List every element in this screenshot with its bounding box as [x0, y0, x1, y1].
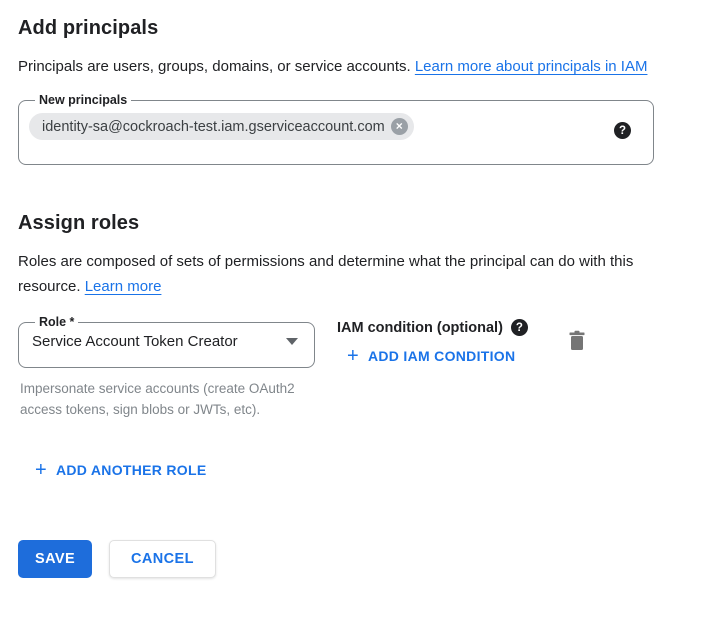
chip-remove-icon[interactable]: ×	[391, 118, 408, 135]
principal-chip-text: identity-sa@cockroach-test.iam.gservicea…	[42, 119, 385, 135]
add-iam-condition-label: ADD IAM CONDITION	[368, 348, 515, 364]
role-select-label: Role *	[35, 316, 78, 329]
role-selected-value: Service Account Token Creator	[32, 333, 238, 350]
roles-description: Roles are composed of sets of permission…	[18, 249, 668, 299]
role-select[interactable]: Role * Service Account Token Creator	[18, 316, 315, 368]
new-principals-label: New principals	[35, 93, 131, 107]
new-principals-help-icon[interactable]: ?	[614, 122, 631, 139]
page-title: Add principals	[18, 16, 713, 41]
iam-condition-label: IAM condition (optional)	[337, 320, 503, 336]
add-iam-condition-button[interactable]: + ADD IAM CONDITION	[339, 342, 523, 370]
role-helper-text: Impersonate service accounts (create OAu…	[20, 378, 315, 420]
iam-condition-help-icon[interactable]: ?	[511, 319, 528, 336]
principals-description-text: Principals are users, groups, domains, o…	[18, 58, 415, 75]
add-another-role-button[interactable]: + ADD ANOTHER ROLE	[27, 456, 215, 484]
role-value-row: Service Account Token Creator	[29, 329, 304, 350]
iam-condition-column: IAM condition (optional) ? + ADD IAM CON…	[337, 316, 563, 370]
delete-role-button[interactable]	[563, 326, 591, 359]
assign-roles-title: Assign roles	[18, 211, 713, 236]
iam-condition-label-row: IAM condition (optional) ?	[337, 319, 563, 336]
delete-role-column	[563, 326, 591, 359]
add-another-role-label: ADD ANOTHER ROLE	[56, 462, 207, 478]
trash-icon	[567, 330, 587, 352]
learn-more-principals-link[interactable]: Learn more about principals in IAM	[415, 58, 648, 75]
chevron-down-icon	[286, 338, 298, 345]
plus-icon: +	[35, 462, 47, 478]
new-principals-field[interactable]: New principals identity-sa@cockroach-tes…	[18, 93, 654, 165]
principals-description: Principals are users, groups, domains, o…	[18, 54, 668, 79]
role-column: Role * Service Account Token Creator Imp…	[18, 316, 315, 420]
add-principals-panel: Add principals Principals are users, gro…	[0, 0, 713, 578]
learn-more-roles-link[interactable]: Learn more	[85, 278, 162, 295]
cancel-button[interactable]: CANCEL	[109, 540, 216, 578]
save-button[interactable]: SAVE	[18, 540, 92, 578]
plus-icon: +	[347, 348, 359, 364]
principal-chip-row: identity-sa@cockroach-test.iam.gservicea…	[29, 113, 643, 140]
role-row: Role * Service Account Token Creator Imp…	[18, 316, 655, 420]
principal-chip[interactable]: identity-sa@cockroach-test.iam.gservicea…	[29, 113, 414, 140]
dialog-actions: SAVE CANCEL	[18, 540, 713, 578]
